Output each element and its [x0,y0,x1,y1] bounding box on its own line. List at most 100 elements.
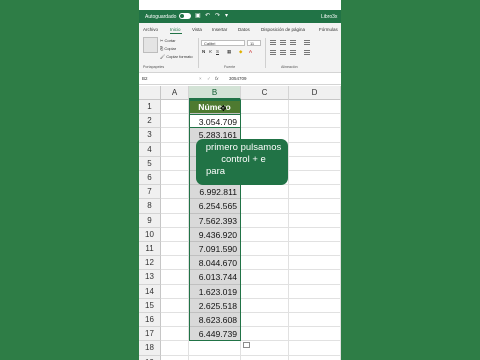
wrap-text-icon[interactable] [304,40,310,45]
column-header-d[interactable]: D [289,86,341,100]
row-header[interactable]: 18 [139,341,161,356]
autosave-toggle[interactable] [179,13,191,19]
grid-cell[interactable] [289,171,341,186]
row-header[interactable]: 9 [139,213,161,228]
grid-cell[interactable] [161,156,189,171]
align-right-icon[interactable] [290,50,296,55]
number-cell[interactable]: 1.623.019 [189,284,241,299]
grid-cell[interactable] [161,100,189,115]
row-header[interactable]: 2 [139,114,161,129]
row-header[interactable]: 7 [139,185,161,200]
tab-vista[interactable]: Vista [192,27,202,32]
grid-cell[interactable] [161,341,189,356]
format-painter-button[interactable]: 🖌 Copiar formato [160,54,193,59]
grid-cell[interactable] [289,213,341,228]
grid-cell[interactable] [241,355,289,360]
row-header[interactable]: 6 [139,171,161,186]
italic-button[interactable]: K [209,49,212,54]
grid-cell[interactable] [241,270,289,285]
grid-cell[interactable] [241,327,289,342]
grid-cell[interactable] [241,284,289,299]
tab-inicio[interactable]: Inicio [170,27,181,32]
grid-cell[interactable] [161,327,189,342]
tab-datos[interactable]: Datos [238,27,250,32]
align-center-icon[interactable] [280,50,286,55]
grid-cell[interactable] [161,227,189,242]
row-header[interactable]: 1 [139,100,161,115]
name-box[interactable]: B2 [142,76,148,81]
column-b-header-cell[interactable]: Número [189,100,241,115]
grid-cell[interactable] [241,256,289,271]
tab-archivo[interactable]: Archivo [143,27,158,32]
align-top-icon[interactable] [270,40,276,45]
tab-disposicion[interactable]: Disposición de página [261,27,305,32]
align-left-icon[interactable] [270,50,276,55]
align-middle-icon[interactable] [280,40,286,45]
font-size-box[interactable]: 11 [247,40,261,46]
number-cell[interactable]: 9.436.920 [189,227,241,242]
number-cell[interactable]: 8.623.608 [189,313,241,328]
grid-cell[interactable] [161,213,189,228]
number-cell[interactable]: 6.992.811 [189,185,241,200]
insert-function-icon[interactable]: fx [215,76,219,81]
grid-cell[interactable] [161,171,189,186]
enter-icon[interactable]: ✓ [207,76,211,82]
grid-cell[interactable] [161,313,189,328]
grid-cell[interactable] [161,284,189,299]
grid-cell[interactable] [289,298,341,313]
font-color-icon[interactable]: A [249,49,252,54]
grid-cell[interactable] [289,100,341,115]
fill-color-icon[interactable]: ◆ [239,49,242,55]
grid-cell[interactable] [241,242,289,257]
row-header[interactable]: 5 [139,156,161,171]
grid-cell[interactable] [161,199,189,214]
grid-cell[interactable] [289,242,341,257]
row-header[interactable]: 16 [139,313,161,328]
row-header[interactable]: 13 [139,270,161,285]
grid-cell[interactable] [289,341,341,356]
number-cell[interactable]: 7.562.393 [189,213,241,228]
grid-cell[interactable] [161,256,189,271]
row-header[interactable]: 8 [139,199,161,214]
column-header-a[interactable]: A [161,86,189,100]
grid-cell[interactable] [289,355,341,360]
row-header[interactable]: 14 [139,284,161,299]
number-cell[interactable]: 8.044.670 [189,256,241,271]
spreadsheet-grid[interactable]: A B C D 1 Número 2 3.054.709 3 5.283.161 4 5 6 7 6.992… [139,86,341,360]
cut-button[interactable]: ✂ Cortar [160,38,176,43]
select-all-corner[interactable] [139,86,161,100]
paste-icon[interactable] [143,37,158,53]
grid-cell[interactable] [161,242,189,257]
number-cell[interactable]: 6.449.739 [189,327,241,342]
redo-icon[interactable]: ↷ [215,12,220,19]
grid-cell[interactable] [161,142,189,157]
row-header[interactable]: 4 [139,142,161,157]
customize-qat-icon[interactable]: ▾ [225,12,228,19]
grid-cell[interactable] [241,227,289,242]
grid-cell[interactable] [289,227,341,242]
grid-cell[interactable] [161,114,189,129]
row-header[interactable]: 3 [139,128,161,143]
undo-icon[interactable]: ↶ [205,12,210,19]
grid-cell[interactable] [289,270,341,285]
grid-cell[interactable] [241,185,289,200]
bold-button[interactable]: N [202,49,205,54]
grid-cell[interactable] [289,256,341,271]
column-header-b[interactable]: B [189,86,241,100]
number-cell[interactable]: 6.013.744 [189,270,241,285]
row-header[interactable]: 11 [139,242,161,257]
tab-insertar[interactable]: Insertar [212,27,227,32]
grid-cell[interactable] [161,128,189,143]
merge-center-icon[interactable] [304,50,310,55]
row-header[interactable]: 17 [139,327,161,342]
tab-formulas[interactable]: Fórmulas [319,27,338,32]
grid-cell[interactable] [289,114,341,129]
row-header[interactable]: 10 [139,227,161,242]
row-header[interactable]: 15 [139,298,161,313]
grid-cell[interactable] [241,298,289,313]
copy-button[interactable]: ⎘ Copiar [160,46,176,51]
grid-cell[interactable] [289,156,341,171]
quick-analysis-icon[interactable] [243,342,250,349]
grid-cell[interactable] [161,298,189,313]
borders-icon[interactable]: ▦ [227,49,231,55]
